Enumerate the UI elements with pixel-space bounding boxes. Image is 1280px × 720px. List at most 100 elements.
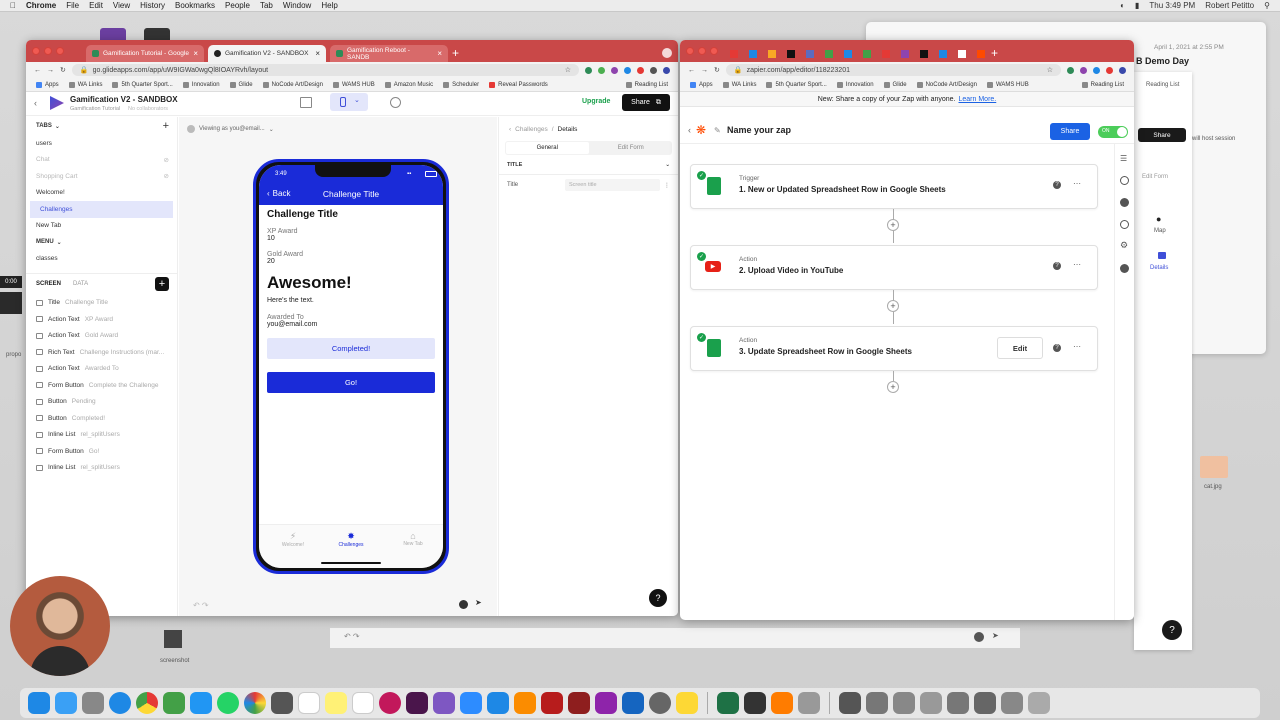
learn-more-link[interactable]: Learn More. (959, 96, 997, 103)
chrome-icon[interactable] (136, 692, 158, 714)
menubar-history[interactable]: History (140, 1, 165, 10)
star-icon[interactable]: ☆ (1047, 66, 1053, 74)
app-icon[interactable] (487, 692, 509, 714)
window-controls[interactable] (686, 47, 718, 55)
layout-mode-button[interactable]: ⌄ (330, 93, 368, 111)
bookmark-glide[interactable]: Glide (883, 81, 907, 88)
excel-icon[interactable] (717, 692, 739, 714)
component-row[interactable]: Action Text XP Award (26, 311, 177, 328)
cursor-icon[interactable]: ➤ (992, 631, 999, 640)
notes-icon[interactable] (325, 692, 347, 714)
sidebar-item-welcome[interactable]: Welcome! (26, 185, 177, 202)
forward-arrow-icon[interactable]: → (701, 67, 708, 74)
tab-favicon-icon[interactable] (768, 49, 776, 58)
menubar-view[interactable]: View (113, 1, 130, 10)
bookmark-nocode[interactable]: NoCode Art/Design (262, 81, 323, 88)
menubar-people[interactable]: People (225, 1, 250, 10)
pencil-icon[interactable]: ✎ (714, 126, 721, 135)
reminders-icon[interactable] (352, 692, 374, 714)
help-icon[interactable]: ? (1053, 262, 1061, 270)
new-tab-icon[interactable]: + (452, 46, 459, 60)
bookmark-reveal-passwords[interactable]: Reveal Passwords (489, 81, 548, 88)
app-icon[interactable] (379, 692, 401, 714)
component-row[interactable]: Button Completed! (26, 410, 177, 427)
back-arrow-icon[interactable]: ← (34, 67, 41, 74)
photos-icon[interactable] (244, 692, 266, 714)
extension-icon[interactable] (1067, 66, 1074, 74)
browser-tab-reboot[interactable]: Gamification Reboot - SANDB × (330, 45, 448, 62)
map-label[interactable]: Map (1154, 228, 1166, 234)
component-row[interactable]: Action Text Awarded To (26, 361, 177, 378)
help-icon[interactable]: ? (1053, 181, 1061, 189)
extension-icon[interactable] (598, 66, 605, 74)
play-icon[interactable] (459, 600, 468, 609)
breadcrumb-parent[interactable]: Challenges (515, 126, 548, 133)
url-field[interactable]: 🔒 zapier.com/app/editor/118223201 ☆ (725, 64, 1061, 76)
menubar-app[interactable]: Chrome (26, 1, 56, 10)
help-button[interactable]: ? (649, 589, 667, 607)
add-step-button[interactable]: + (887, 381, 899, 393)
menubar-edit[interactable]: Edit (89, 1, 103, 10)
component-row[interactable]: Action Text Gold Award (26, 328, 177, 345)
edit-form-tab[interactable]: Edit Form (1142, 174, 1168, 180)
app-icon[interactable] (1001, 692, 1023, 714)
app-icon[interactable] (622, 692, 644, 714)
extension-icon[interactable] (1106, 66, 1113, 74)
bookmark-nocode[interactable]: NoCode Art/Design (916, 81, 977, 88)
slack-icon[interactable] (406, 692, 428, 714)
zap-name-field[interactable]: Name your zap (727, 125, 791, 135)
tab-favicon-icon[interactable] (958, 49, 966, 58)
nav-tab-new-tab[interactable]: ⌂ New Tab (393, 531, 433, 547)
bookmark-5th-quarter[interactable]: 5th Quarter Sport... (112, 81, 173, 88)
completed-button[interactable]: Completed! (267, 338, 435, 359)
calendar-icon[interactable] (298, 692, 320, 714)
browser-tab-tutorial[interactable]: Gamification Tutorial - Google × (86, 45, 204, 62)
close-icon[interactable]: × (437, 49, 442, 58)
component-row[interactable]: Title Challenge Title (26, 295, 177, 312)
menubar-tab[interactable]: Tab (260, 1, 273, 10)
component-row[interactable]: Inline List rel_splitUsers (26, 460, 177, 477)
component-row[interactable]: Form Button Go! (26, 443, 177, 460)
sidebar-item-challenges[interactable]: Challenges (30, 201, 173, 218)
battery-icon[interactable]: ▮ (1135, 1, 1139, 10)
menubar-window[interactable]: Window (283, 1, 311, 10)
help-circle-icon[interactable] (1120, 176, 1129, 185)
new-tab-icon[interactable]: + (991, 46, 998, 60)
whatsapp-icon[interactable] (217, 692, 239, 714)
contacts-icon[interactable] (271, 692, 293, 714)
menubar-help[interactable]: Help (321, 1, 337, 10)
close-icon[interactable]: × (315, 49, 320, 58)
more-horizontal-icon[interactable]: ⋯ (1073, 179, 1081, 188)
desktop-file-icon[interactable] (164, 630, 182, 648)
settings-icon[interactable] (390, 97, 401, 108)
go-button[interactable]: Go! (267, 372, 435, 393)
hidden-eye-icon[interactable]: ⊘ (164, 156, 169, 164)
back-chevron-icon[interactable]: ‹ (34, 98, 37, 108)
back-chevron-icon[interactable]: ‹ (509, 126, 511, 133)
extension-icon[interactable] (650, 66, 657, 74)
component-row[interactable]: Rich Text Challenge Instructions (mar... (26, 344, 177, 361)
tab-general[interactable]: General (506, 142, 589, 154)
apple-icon[interactable]:  (10, 1, 16, 10)
app-store-icon[interactable] (55, 692, 77, 714)
app-icon[interactable] (839, 692, 861, 714)
upgrade-link[interactable]: Upgrade (582, 98, 610, 105)
reload-icon[interactable]: ↻ (714, 66, 720, 74)
app-title[interactable]: Gamification V2 - SANDBOX (70, 95, 178, 104)
more-vertical-icon[interactable]: ⋮ (664, 182, 670, 189)
title-section-header[interactable]: TITLE ⌄ (499, 155, 678, 175)
zap-on-toggle[interactable]: ON (1098, 126, 1128, 138)
details-label[interactable]: Details (1150, 265, 1168, 271)
component-row[interactable]: Form Button Complete the Challenge (26, 377, 177, 394)
add-tab-icon[interactable]: + (163, 120, 169, 132)
tab-favicon-icon[interactable] (901, 49, 909, 58)
bookmark-wa-links[interactable]: WA Links (68, 81, 102, 88)
edit-step-button[interactable]: Edit (997, 337, 1043, 359)
help-icon[interactable]: ? (1053, 344, 1061, 352)
bookmark-apps[interactable]: Apps (36, 81, 59, 88)
extension-icon[interactable] (1093, 66, 1100, 74)
tab-favicon-icon[interactable] (730, 49, 738, 58)
illustrator-icon[interactable] (771, 692, 793, 714)
bookmark-apps[interactable]: Apps (690, 81, 713, 88)
app-icon[interactable] (514, 692, 536, 714)
